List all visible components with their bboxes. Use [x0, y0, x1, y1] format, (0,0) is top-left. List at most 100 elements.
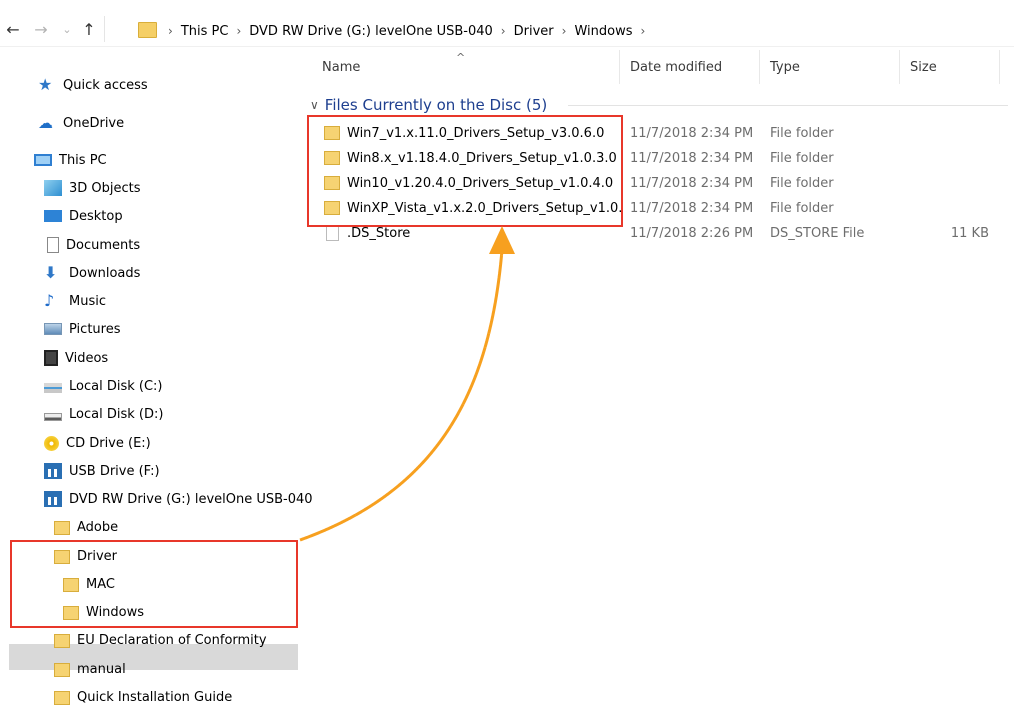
music-note-icon: ♪: [44, 291, 55, 310]
sidebar-item-this-pc[interactable]: This PC: [34, 148, 107, 172]
sidebar-item-label: Desktop: [69, 208, 123, 224]
file-date: 11/7/2018 2:26 PM: [630, 226, 754, 241]
file-type: File folder: [770, 176, 834, 191]
sidebar-item-label: Local Disk (D:): [69, 406, 164, 422]
cloud-icon: ☁: [38, 114, 53, 132]
breadcrumb-driver[interactable]: Driver: [514, 24, 554, 39]
sidebar-item-label: 3D Objects: [69, 180, 141, 196]
column-header-size[interactable]: Size: [910, 60, 937, 75]
sidebar-item-music[interactable]: ♪ Music: [44, 289, 106, 313]
file-icon: [326, 225, 339, 241]
sidebar-item-label: Documents: [66, 237, 141, 253]
star-icon: ★: [38, 75, 53, 94]
sidebar-item-usb-drive-f[interactable]: USB Drive (F:): [44, 459, 160, 483]
chevron-down-icon: ⌄: [62, 22, 72, 36]
sort-ascending-icon: ^: [456, 51, 466, 64]
breadcrumb-separator: ›: [236, 24, 242, 38]
sidebar-item-label: DVD RW Drive (G:) levelOne USB-040: [69, 491, 313, 507]
sidebar-item-label: OneDrive: [63, 115, 125, 131]
divider: [104, 16, 105, 42]
folder-icon: [138, 22, 157, 38]
sidebar-item-adobe[interactable]: Adobe: [54, 515, 118, 539]
column-divider[interactable]: [759, 50, 760, 84]
sidebar-item-documents[interactable]: Documents: [44, 233, 140, 257]
chevron-down-icon: ∨: [310, 98, 319, 112]
sidebar-item-label: Pictures: [69, 321, 121, 337]
sidebar-item-desktop[interactable]: Desktop: [44, 204, 123, 228]
computer-icon: [34, 154, 52, 166]
sidebar-item-onedrive[interactable]: ☁ OneDrive: [38, 111, 124, 135]
sidebar-item-dvd-rw-drive-g[interactable]: DVD RW Drive (G:) levelOne USB-040: [44, 487, 313, 511]
sidebar-item-local-disk-d[interactable]: Local Disk (D:): [44, 402, 163, 426]
file-size: 11 KB: [950, 226, 989, 241]
highlight-box-driver-folders: [307, 115, 623, 227]
file-date: 11/7/2018 2:34 PM: [630, 126, 754, 141]
sidebar-item-label: Music: [69, 293, 106, 309]
usb-drive-icon: [44, 463, 62, 479]
navigation-bar: ← → ⌄ ↑ › This PC › DVD RW Drive (G:) le…: [0, 0, 1014, 46]
sidebar-item-label: Quick Installation Guide: [77, 689, 233, 705]
recent-locations-button[interactable]: ⌄: [58, 20, 76, 38]
sidebar-item-label: EU Declaration of Conformity: [77, 632, 267, 648]
up-button[interactable]: ↑: [80, 20, 98, 39]
file-date: 11/7/2018 2:34 PM: [630, 201, 754, 216]
usb-drive-icon: [44, 491, 62, 507]
breadcrumb-separator: ›: [561, 24, 567, 38]
sidebar-item-quick-installation-guide[interactable]: Quick Installation Guide: [54, 685, 232, 709]
file-date: 11/7/2018 2:34 PM: [630, 151, 754, 166]
sidebar-item-local-disk-c[interactable]: Local Disk (C:): [44, 374, 162, 398]
sidebar-item-pictures[interactable]: Pictures: [44, 317, 120, 341]
sidebar-item-label: USB Drive (F:): [69, 463, 160, 479]
column-divider[interactable]: [619, 50, 620, 84]
arrow-left-icon: ←: [6, 19, 20, 39]
breadcrumb-dvd-drive[interactable]: DVD RW Drive (G:) levelOne USB-040: [249, 24, 493, 39]
sidebar-item-eu-declaration[interactable]: EU Declaration of Conformity: [54, 628, 267, 652]
breadcrumb-separator: ›: [168, 24, 173, 38]
folder-icon: [54, 662, 70, 677]
sidebar-item-label: Adobe: [77, 519, 119, 535]
breadcrumb-this-pc[interactable]: This PC: [181, 24, 229, 39]
back-button[interactable]: ←: [4, 19, 22, 39]
file-type: File folder: [770, 151, 834, 166]
column-header-type[interactable]: Type: [770, 60, 800, 75]
film-icon: [44, 350, 58, 366]
column-header-date-modified[interactable]: Date modified: [630, 60, 722, 75]
folder-icon: [54, 520, 70, 535]
column-divider[interactable]: [899, 50, 900, 84]
drive-icon: [44, 413, 62, 421]
breadcrumb-windows[interactable]: Windows: [574, 24, 632, 39]
sidebar-item-downloads[interactable]: ⬇ Downloads: [44, 261, 140, 285]
breadcrumb-separator: ›: [640, 24, 646, 38]
cd-drive-icon: [44, 435, 59, 451]
sidebar-item-manual[interactable]: manual: [54, 657, 126, 681]
column-divider[interactable]: [999, 50, 1000, 84]
breadcrumb[interactable]: › This PC › DVD RW Drive (G:) levelOne U…: [160, 22, 653, 40]
document-icon: [47, 237, 59, 253]
sidebar-item-label: Local Disk (C:): [69, 378, 163, 394]
sidebar-item-label: This PC: [59, 152, 107, 168]
sidebar-item-label: Videos: [65, 350, 109, 366]
sidebar-item-cd-drive-e[interactable]: CD Drive (E:): [44, 431, 151, 455]
file-type: File folder: [770, 126, 834, 141]
forward-button[interactable]: →: [32, 19, 50, 39]
sidebar-item-label: Quick access: [63, 77, 148, 93]
group-header[interactable]: ∨ Files Currently on the Disc (5): [310, 96, 547, 114]
file-name: .DS_Store: [347, 226, 411, 241]
column-header-name[interactable]: Name: [322, 60, 360, 75]
download-icon: ⬇: [44, 263, 58, 282]
sidebar-item-3d-objects[interactable]: 3D Objects: [44, 176, 141, 200]
group-header-label: Files Currently on the Disc (5): [324, 96, 548, 114]
breadcrumb-separator: ›: [500, 24, 506, 38]
arrow-right-icon: →: [34, 19, 48, 39]
sidebar-item-label: Downloads: [69, 265, 141, 281]
folder-icon: [54, 633, 70, 648]
file-type: DS_STORE File: [770, 226, 865, 241]
file-type: File folder: [770, 201, 834, 216]
file-date: 11/7/2018 2:34 PM: [630, 176, 754, 191]
sidebar-item-quick-access[interactable]: ★ Quick access: [38, 73, 148, 97]
cube-icon: [44, 180, 62, 196]
sidebar-item-videos[interactable]: Videos: [44, 346, 108, 370]
system-drive-icon: [44, 383, 62, 393]
picture-icon: [44, 323, 62, 335]
divider: [568, 105, 1008, 106]
